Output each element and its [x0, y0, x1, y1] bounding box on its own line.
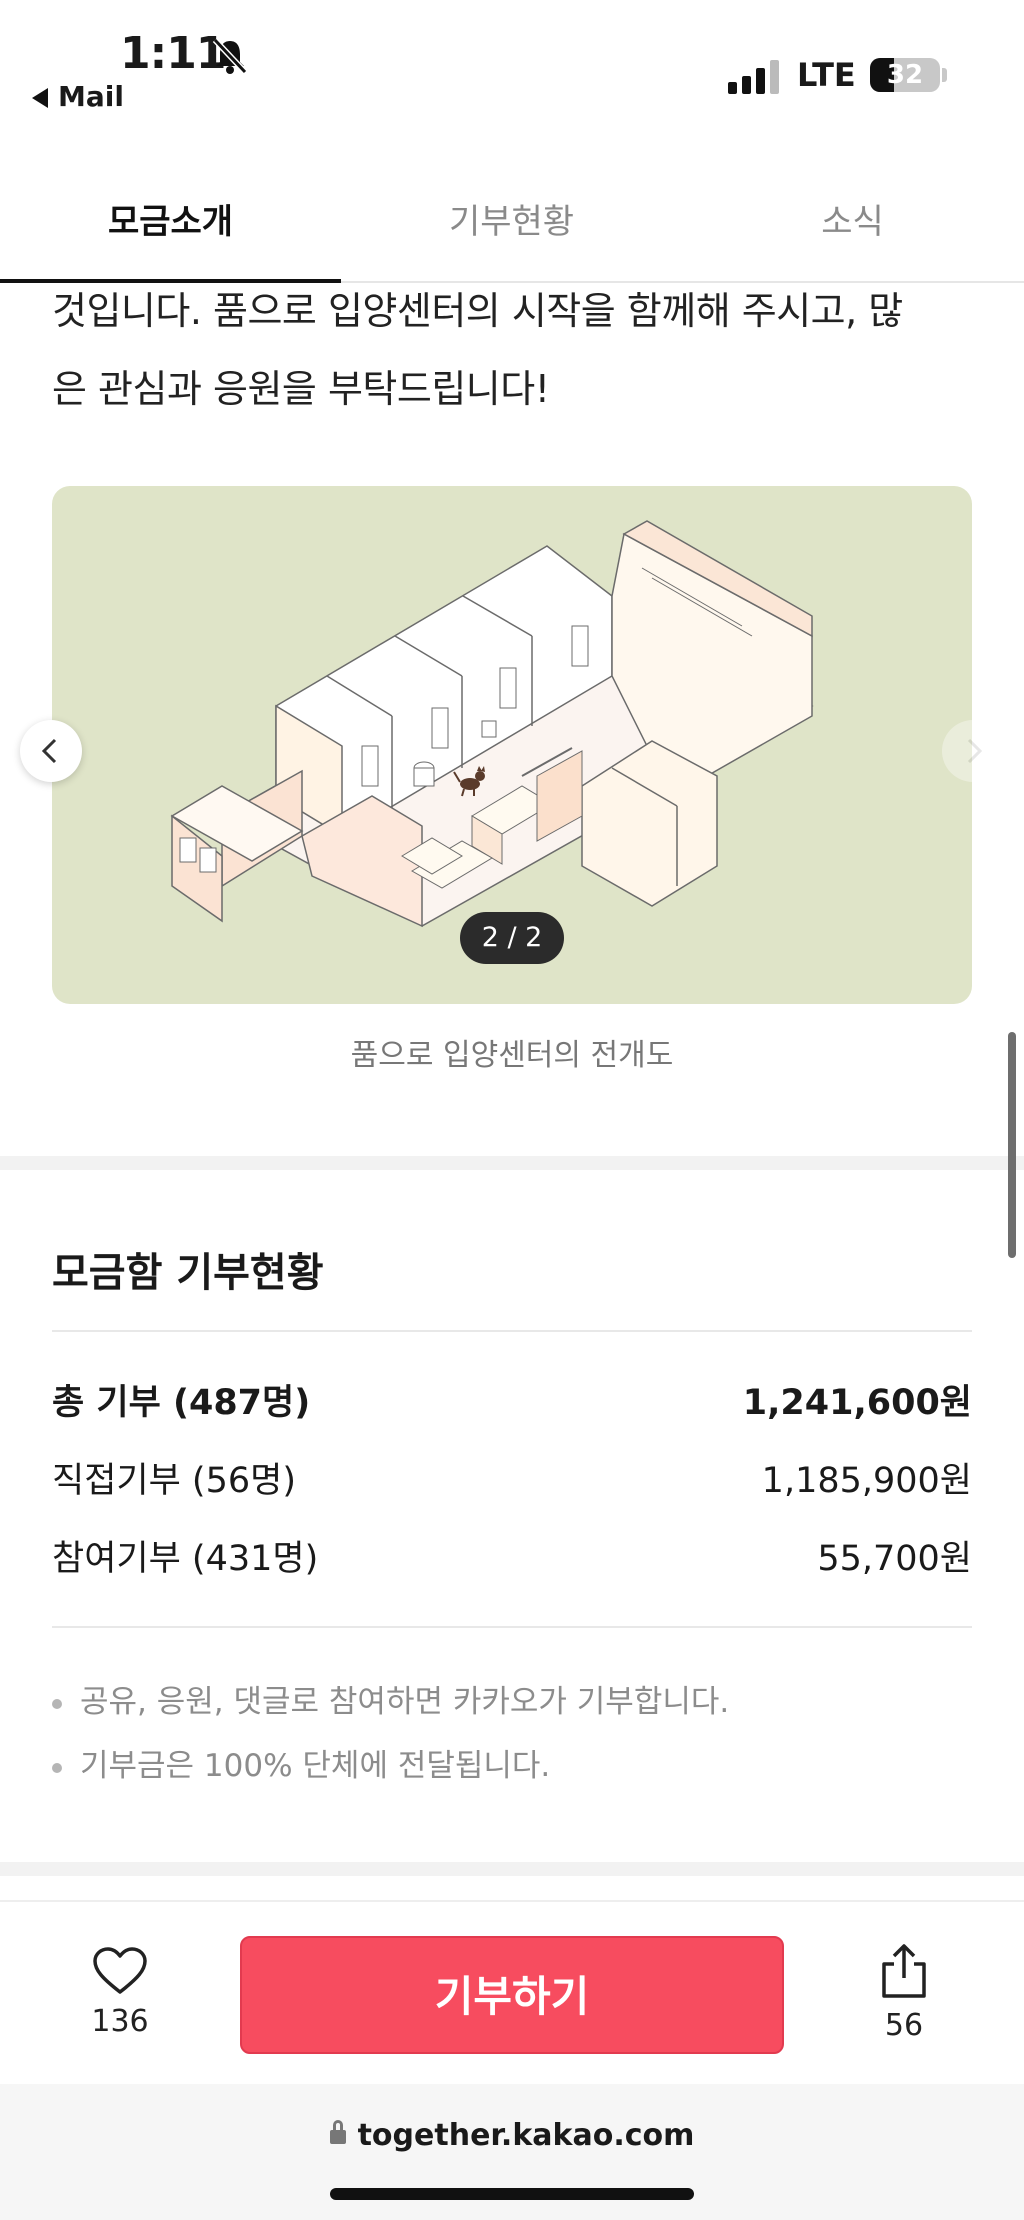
lock-icon	[329, 2119, 346, 2144]
divider	[52, 1626, 972, 1628]
donation-status-title: 모금함 기부현황	[52, 1250, 324, 1296]
share-button[interactable]: 56	[864, 1942, 944, 2062]
section-divider	[0, 1862, 1024, 1876]
share-count: 56	[884, 2008, 924, 2043]
intro-line-2: 은 관심과 응원을 부탁드립니다!	[52, 367, 550, 411]
donation-row-direct: 직접기부 (56명) 1,185,900원	[52, 1452, 972, 1512]
bullet-icon	[52, 1698, 62, 1709]
donation-row-amount: 55,700원	[817, 1539, 972, 1579]
donation-row-amount: 1,241,600원	[742, 1383, 972, 1423]
intro-line-1: 것입니다. 품으로 입양센터의 시작을 함께해 주시고, 많	[52, 289, 903, 333]
divider	[52, 1330, 972, 1332]
battery-icon: 32	[870, 58, 940, 92]
section-divider	[0, 1156, 1024, 1170]
tab-bar: 모금소개 기부현황 소식	[0, 170, 1024, 283]
tab-donation-status[interactable]: 기부현황	[341, 194, 682, 243]
carousel-next-button[interactable]	[942, 720, 1004, 782]
bell-muted-icon	[212, 37, 248, 75]
back-arrow-icon	[32, 88, 48, 108]
url-display[interactable]: together.kakao.com	[0, 2118, 1024, 2153]
tab-news[interactable]: 소식	[682, 194, 1023, 243]
like-count: 136	[91, 2004, 149, 2039]
status-bar: 1:11 Mail LTE 32	[0, 0, 1024, 130]
heart-icon	[93, 1947, 147, 1994]
intro-text: 것입니다. 품으로 입양센터의 시작을 함께해 주시고, 많 은 관심과 응원을…	[52, 272, 972, 428]
like-button[interactable]: 136	[80, 1946, 160, 2056]
donation-row-label: 직접기부 (56명)	[52, 1461, 296, 1501]
home-indicator[interactable]	[330, 2188, 694, 2200]
donation-note-text: 기부금은 100% 단체에 전달됩니다.	[80, 1748, 551, 1784]
share-icon	[882, 1944, 926, 1998]
chevron-right-icon	[967, 738, 983, 764]
donate-button[interactable]: 기부하기	[240, 1936, 784, 2054]
image-caption: 품으로 입양센터의 전개도	[350, 1038, 674, 1073]
donation-row-amount: 1,185,900원	[761, 1461, 972, 1501]
chevron-left-icon	[41, 738, 57, 764]
cellular-signal-icon	[728, 58, 782, 94]
donation-row-label: 참여기부 (431명)	[52, 1539, 319, 1579]
network-type: LTE	[797, 56, 856, 94]
donation-note-text: 공유, 응원, 댓글로 참여하면 카카오가 기부합니다.	[80, 1684, 730, 1720]
tab-fundraising-intro[interactable]: 모금소개	[0, 194, 341, 243]
donation-note: 공유, 응원, 댓글로 참여하면 카카오가 기부합니다.	[52, 1676, 729, 1721]
donation-row-participation: 참여기부 (431명) 55,700원	[52, 1530, 972, 1590]
battery-level: 32	[886, 60, 924, 90]
donation-note: 기부금은 100% 단체에 전달됩니다.	[52, 1740, 550, 1785]
carousel-prev-button[interactable]	[20, 720, 82, 782]
bottom-action-bar: 136 기부하기 56	[0, 1900, 1024, 2084]
image-counter-badge: 2 / 2	[460, 912, 564, 964]
scrollbar-thumb[interactable]	[1008, 1032, 1016, 1258]
back-to-mail-link[interactable]: Mail	[32, 80, 124, 113]
donation-row-total: 총 기부 (487명) 1,241,600원	[52, 1374, 972, 1434]
back-app-label: Mail	[58, 80, 124, 113]
donation-row-label: 총 기부 (487명)	[52, 1383, 311, 1423]
url-text: together.kakao.com	[357, 2118, 695, 2153]
bullet-icon	[52, 1762, 62, 1773]
